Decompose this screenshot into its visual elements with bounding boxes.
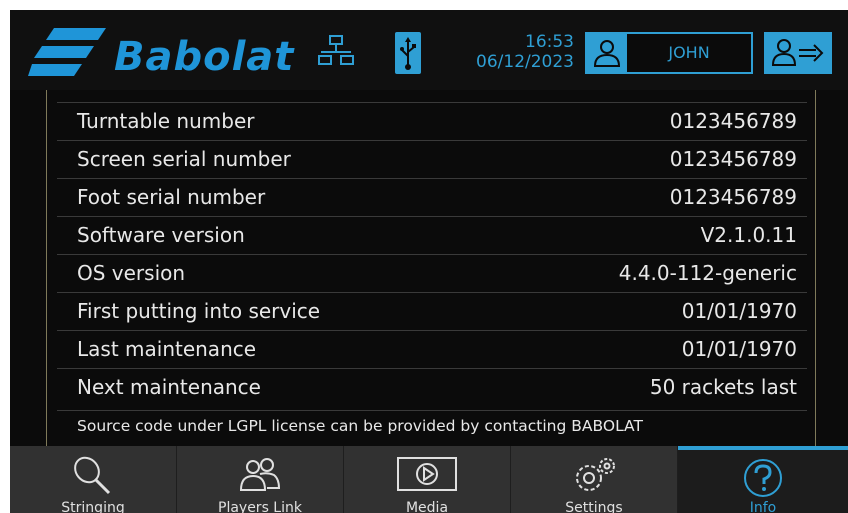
logout-button[interactable]: [764, 32, 832, 74]
row-value: V2.1.0.11: [700, 223, 797, 247]
info-row-first-service: First putting into service 01/01/1970: [57, 292, 807, 330]
clock: 16:53 06/12/2023: [450, 32, 574, 72]
user-icon: [587, 34, 627, 72]
brand-name: Babolat: [114, 34, 295, 80]
user-selector[interactable]: JOHN: [585, 32, 753, 74]
tab-label: Media: [405, 500, 449, 513]
row-value: 4.4.0-112-generic: [618, 261, 797, 285]
players-icon: [239, 458, 281, 491]
info-row-foot-serial: Foot serial number 0123456789: [57, 178, 807, 216]
license-note-text: Source code under LGPL license can be pr…: [77, 417, 643, 435]
row-label: Last maintenance: [77, 337, 257, 361]
tab-info[interactable]: Info: [678, 446, 848, 513]
info-row-os-version: OS version 4.4.0-112-generic: [57, 254, 807, 292]
network-icon: [318, 35, 354, 65]
logout-icon: [771, 39, 824, 66]
tab-media[interactable]: Media: [344, 446, 511, 513]
row-value: 50 rackets last: [649, 375, 797, 399]
info-row-turntable: Turntable number 0123456789: [57, 102, 807, 140]
play-icon: [397, 457, 457, 491]
info-row-software-version: Software version V2.1.0.11: [57, 216, 807, 254]
header-bar: Babolat 16:53 06/12/2023 JOHN: [10, 10, 848, 90]
info-row-screen-serial: Screen serial number 0123456789: [57, 140, 807, 178]
tab-label: Players Link: [218, 500, 302, 513]
babolat-logo-mark: [28, 28, 106, 76]
row-label: First putting into service: [77, 299, 321, 323]
license-note: Source code under LGPL license can be pr…: [57, 410, 807, 435]
time-text: 16:53: [525, 32, 574, 52]
row-label: Screen serial number: [77, 147, 291, 171]
tab-players-link[interactable]: Players Link: [177, 446, 344, 513]
row-label: Next maintenance: [77, 375, 261, 399]
info-row-next-maintenance: Next maintenance 50 rackets last: [57, 368, 807, 406]
row-value: 0123456789: [669, 109, 797, 133]
row-value: 01/01/1970: [681, 337, 797, 361]
help-icon: [744, 459, 782, 497]
row-label: Foot serial number: [77, 185, 266, 209]
tab-label: Info: [749, 500, 777, 513]
row-value: 0123456789: [669, 185, 797, 209]
tab-label: Settings: [565, 500, 623, 513]
usb-icon: [395, 32, 421, 74]
info-row-last-maintenance: Last maintenance 01/01/1970: [57, 330, 807, 368]
info-panel: Turntable number 0123456789 Screen seria…: [46, 90, 816, 446]
row-label: Turntable number: [77, 109, 255, 133]
bottom-nav: Stringing Players Link Media Settings In…: [10, 446, 848, 513]
row-value: 0123456789: [669, 147, 797, 171]
babolat-logo: Babolat: [28, 24, 328, 80]
row-label: Software version: [77, 223, 245, 247]
gears-icon: [576, 458, 615, 491]
row-label: OS version: [77, 261, 186, 285]
device-screen: Babolat 16:53 06/12/2023 JOHN Turntable …: [10, 10, 848, 513]
tab-stringing[interactable]: Stringing: [10, 446, 177, 513]
user-name: JOHN: [668, 43, 710, 62]
tab-settings[interactable]: Settings: [511, 446, 678, 513]
date-text: 06/12/2023: [476, 52, 574, 72]
tab-label: Stringing: [61, 500, 125, 513]
racket-icon: [74, 456, 111, 495]
row-value: 01/01/1970: [681, 299, 797, 323]
